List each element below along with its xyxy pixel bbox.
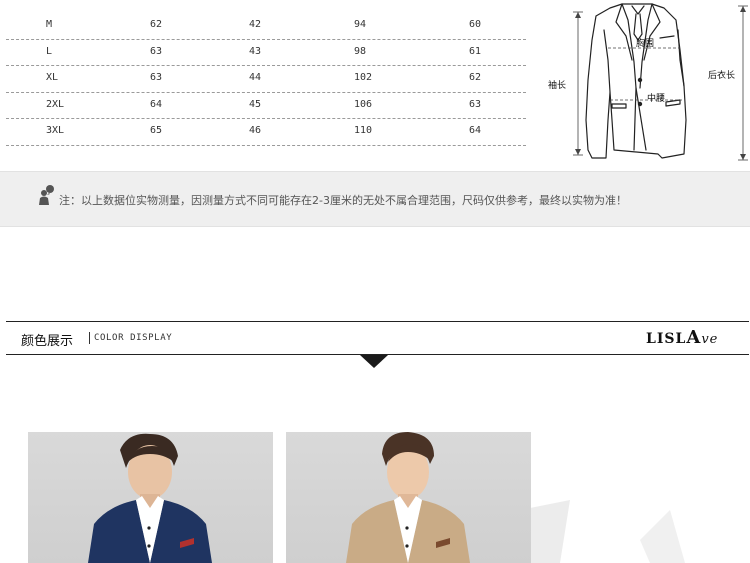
down-pointer-icon [360,355,388,368]
note-text: 注：以上数据位实物测量，因测量方式不同可能存在2-3厘米的无处不属合理范围，尺码… [59,194,627,207]
product-photo-tan[interactable] [286,432,531,563]
size-cell: 98 [354,45,367,57]
size-cell: 46 [249,125,262,137]
model-tan-blazer-icon [346,432,470,563]
size-cell: L [46,45,53,57]
chest-label: 胸围 [636,39,655,49]
sleeve-length-label: 袖长 [548,81,567,91]
section-title: 颜色展示 [21,334,74,349]
size-cell: 106 [354,98,373,110]
size-cell: 65 [150,125,163,137]
watermark-shape-icon [520,500,685,563]
size-cell: 45 [249,98,262,110]
size-cell: 63 [150,72,163,84]
size-cell: M [46,19,53,30]
size-cell: 64 [150,98,163,110]
size-table: M 62 42 94 60 L 63 43 98 61 XL 63 44 102… [6,13,526,146]
size-cell: 102 [354,72,373,84]
size-cell: 62 [150,19,163,30]
size-cell: 62 [469,72,482,84]
size-cell: 63 [150,45,163,57]
brand-logo: LISLAve [646,327,718,348]
table-row: XL 63 44 102 62 [6,66,526,93]
speech-person-icon [39,185,54,205]
size-cell: 64 [469,125,482,137]
table-row: L 63 43 98 61 [6,40,526,67]
product-photo-navy[interactable] [28,432,273,563]
back-length-label: 后衣长 [708,71,736,81]
model-navy-blazer-icon [88,433,212,563]
table-row: 3XL 65 46 110 64 [6,119,526,146]
brand-letter-a: A [686,327,702,348]
jacket-outline-icon [573,3,748,161]
size-cell: 2XL [46,98,65,110]
size-cell: 44 [249,72,262,84]
size-cell: 63 [469,98,482,110]
brand-suffix: ve [701,332,719,347]
size-cell: 60 [469,19,482,30]
size-cell: 61 [469,45,482,57]
jacket-measurement-diagram: 胸围 袖长 中腰 后衣长 [548,0,750,165]
size-cell: XL [46,72,59,84]
section-subtitle: COLOR DISPLAY [89,332,172,344]
size-cell: 110 [354,125,373,137]
color-display-header: 颜色展示 COLOR DISPLAY LISLAve [6,321,749,355]
brand-prefix: LISL [646,331,687,347]
waist-label: 中腰 [647,94,666,104]
size-cell: 43 [249,45,262,57]
table-row: 2XL 64 45 106 63 [6,93,526,120]
size-cell: 3XL [46,125,65,137]
measurement-note-bar: 注：以上数据位实物测量，因测量方式不同可能存在2-3厘米的无处不属合理范围，尺码… [0,171,750,227]
size-cell: 94 [354,19,367,30]
size-cell: 42 [249,19,262,30]
table-row: M 62 42 94 60 [6,13,526,40]
